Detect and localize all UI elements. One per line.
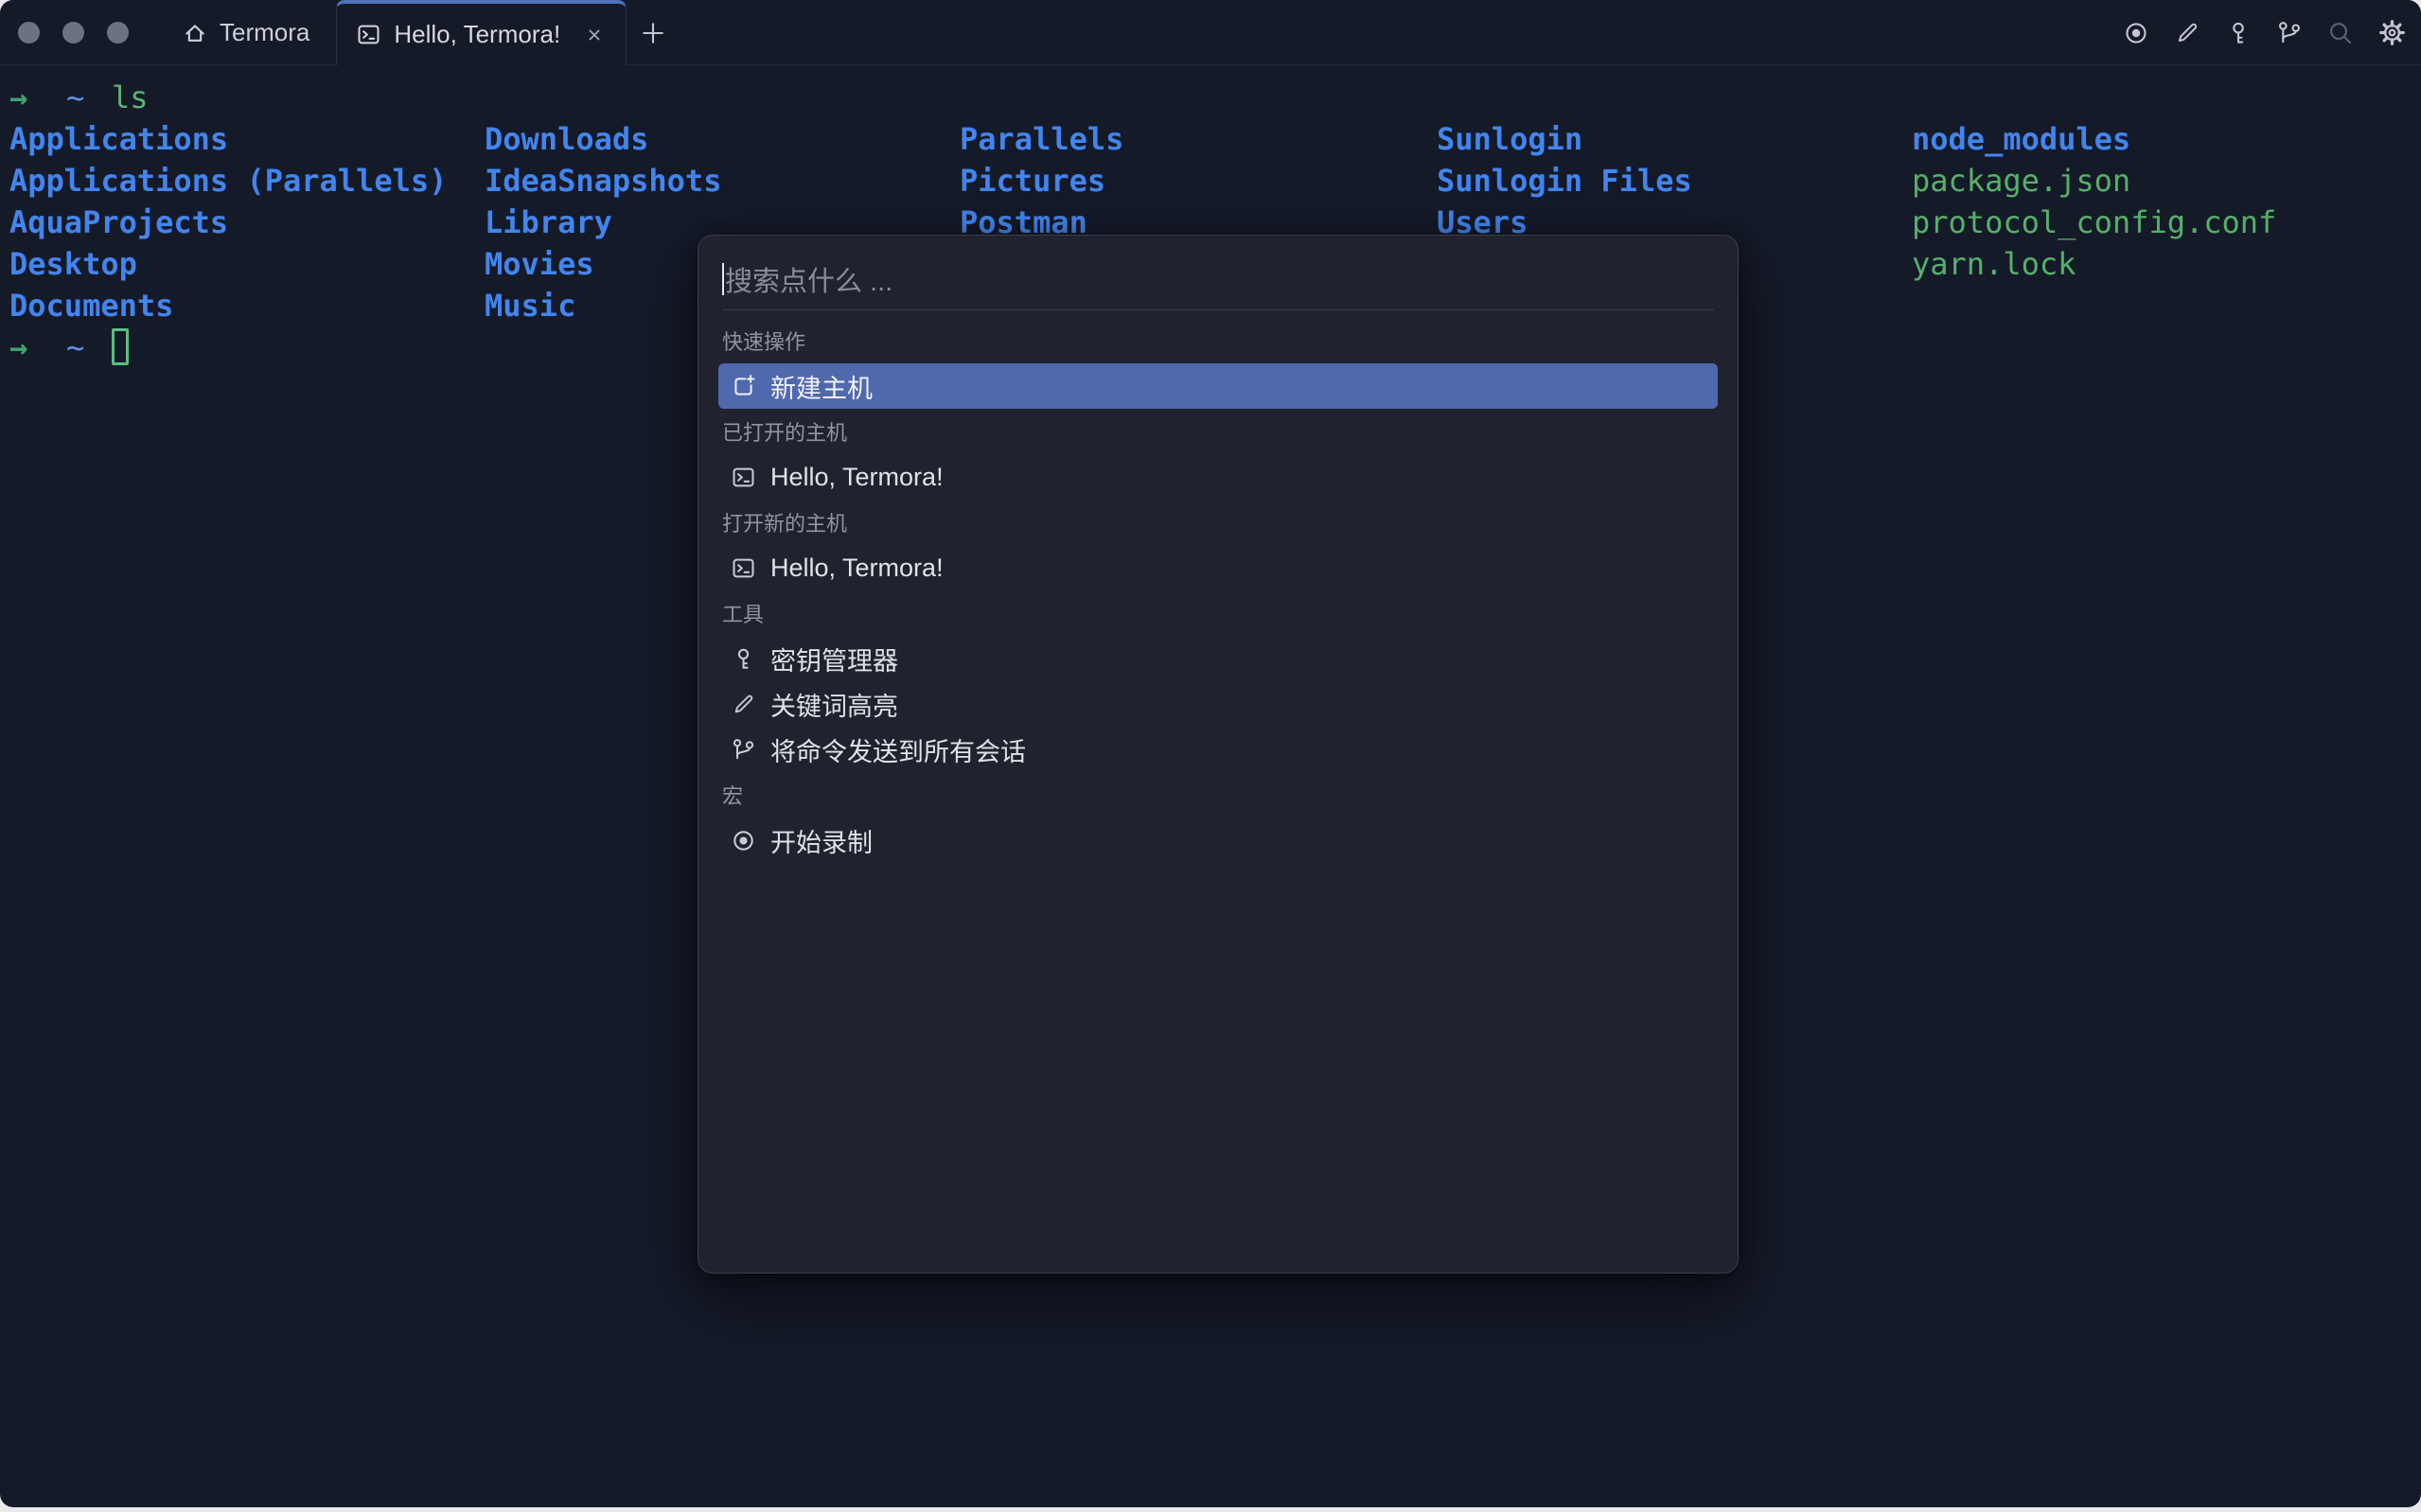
palette-item-start-recording[interactable]: 开始录制 <box>718 818 1718 863</box>
home-tab-label: Termora <box>220 18 310 46</box>
prompt-path: ~ <box>66 329 85 365</box>
dir-entry: Downloads <box>485 121 649 157</box>
palette-item-new-host[interactable]: 新建主机 <box>718 363 1718 409</box>
dir-entry: Applications (Parallels) <box>9 163 448 199</box>
dir-entry: IdeaSnapshots <box>485 163 722 199</box>
file-entry: protocol_config.conf <box>1912 204 2277 240</box>
tab-hello-termora[interactable]: Hello, Termora! <box>336 0 627 65</box>
dir-entry: Sunlogin <box>1437 121 1583 157</box>
dir-entry: Parallels <box>960 121 1124 157</box>
traffic-lights <box>0 0 168 65</box>
dir-entry: Music <box>485 288 576 324</box>
key-manager-button[interactable] <box>2224 19 2253 47</box>
titlebar: Termora Hello, Termora! <box>0 0 2421 65</box>
terminal-cursor <box>112 328 129 365</box>
prompt-arrow: → <box>9 329 28 365</box>
section-header-tools: 工具 <box>722 603 765 626</box>
palette-item-label: 新建主机 <box>770 374 873 403</box>
listing-column-5: node_modules package.json protocol_confi… <box>1912 118 2276 285</box>
record-icon <box>731 828 756 853</box>
tab-close-button[interactable] <box>578 19 610 51</box>
search-placeholder: 搜索点什么 ... <box>725 267 893 297</box>
close-icon <box>589 29 600 41</box>
prompt-command: ls <box>112 79 149 115</box>
new-tab-button[interactable] <box>627 0 680 65</box>
file-entry: yarn.lock <box>1912 246 2076 282</box>
branch-icon <box>2279 21 2300 43</box>
palette-item-label: 关键词高亮 <box>770 692 898 721</box>
palette-item-keyword-highlight[interactable]: 关键词高亮 <box>718 681 1718 727</box>
command-palette: 搜索点什么 ... 快速操作 新建主机 已打开的主机 Hello, Termor… <box>698 235 1739 1274</box>
plus-icon <box>643 22 663 44</box>
settings-button[interactable] <box>2377 19 2406 47</box>
dir-entry: node_modules <box>1912 121 2131 157</box>
terminal-icon <box>731 465 756 490</box>
close-window-button[interactable] <box>18 22 40 44</box>
tab-title: Hello, Termora! <box>394 20 561 48</box>
record-icon <box>2126 22 2147 44</box>
prompt-path: ~ <box>66 79 85 115</box>
section-header-macro: 宏 <box>722 784 744 808</box>
dir-entry: AquaProjects <box>9 204 229 240</box>
prompt-line: → ~ ls <box>0 77 2421 118</box>
pencil-icon <box>731 692 756 717</box>
key-icon <box>731 646 756 672</box>
palette-item-label: Hello, Termora! <box>770 462 944 491</box>
section-header-open-new-host: 打开新的主机 <box>722 512 848 536</box>
section-header-quick-actions: 快速操作 <box>722 330 806 354</box>
prompt-arrow: → <box>9 79 28 115</box>
palette-item-label: 开始录制 <box>770 828 873 857</box>
palette-item-opened-host[interactable]: Hello, Termora! <box>718 454 1718 500</box>
new-host-icon <box>731 374 756 399</box>
palette-results: 快速操作 新建主机 已打开的主机 Hello, Termora! 打开新的主机 … <box>698 310 1738 863</box>
gear-icon <box>2378 20 2405 45</box>
pencil-icon <box>2178 23 2198 42</box>
palette-item-label: 将命令发送到所有会话 <box>770 737 1026 766</box>
search-icon <box>2330 22 2352 44</box>
palette-item-key-manager[interactable]: 密钥管理器 <box>718 636 1718 681</box>
listing-column-4: Sunlogin Sunlogin Files Users <box>1437 118 1692 243</box>
file-entry: package.json <box>1912 163 2131 199</box>
dir-entry: Desktop <box>9 246 137 282</box>
palette-item-label: Hello, Termora! <box>770 553 944 582</box>
palette-item-label: 密钥管理器 <box>770 646 898 676</box>
dir-entry: Applications <box>9 121 229 157</box>
text-caret <box>722 263 724 295</box>
app-window: Termora Hello, Termora! → ~ ls Applicati… <box>0 0 2421 1507</box>
home-icon <box>182 20 208 46</box>
home-tab[interactable]: Termora <box>168 0 336 65</box>
dir-entry: Documents <box>9 288 174 324</box>
terminal-icon <box>356 22 381 47</box>
section-header-opened-hosts: 已打开的主机 <box>722 421 848 445</box>
listing-column-3: Parallels Pictures Postman <box>960 118 1123 243</box>
listing-column-1: Applications Applications (Parallels) Aq… <box>9 118 447 326</box>
palette-item-send-all-sessions[interactable]: 将命令发送到所有会话 <box>718 727 1718 772</box>
dir-entry: Library <box>485 204 612 240</box>
palette-search-input[interactable]: 搜索点什么 ... <box>698 236 1738 309</box>
titlebar-actions <box>2122 0 2421 65</box>
terminal-icon <box>731 555 756 581</box>
keyword-highlight-button[interactable] <box>2173 19 2201 47</box>
dir-entry: Pictures <box>960 163 1106 199</box>
search-button[interactable] <box>2326 19 2355 47</box>
branch-icon <box>731 737 756 763</box>
dir-entry: Sunlogin Files <box>1437 163 1692 199</box>
broadcast-button[interactable] <box>2275 19 2304 47</box>
minimize-window-button[interactable] <box>62 22 84 44</box>
dir-entry: Movies <box>485 246 594 282</box>
zoom-window-button[interactable] <box>107 22 129 44</box>
macro-record-button[interactable] <box>2122 19 2150 47</box>
listing-column-2: Downloads IdeaSnapshots Library Movies M… <box>485 118 721 326</box>
key-icon <box>2233 22 2244 44</box>
palette-item-open-new-host[interactable]: Hello, Termora! <box>718 545 1718 590</box>
